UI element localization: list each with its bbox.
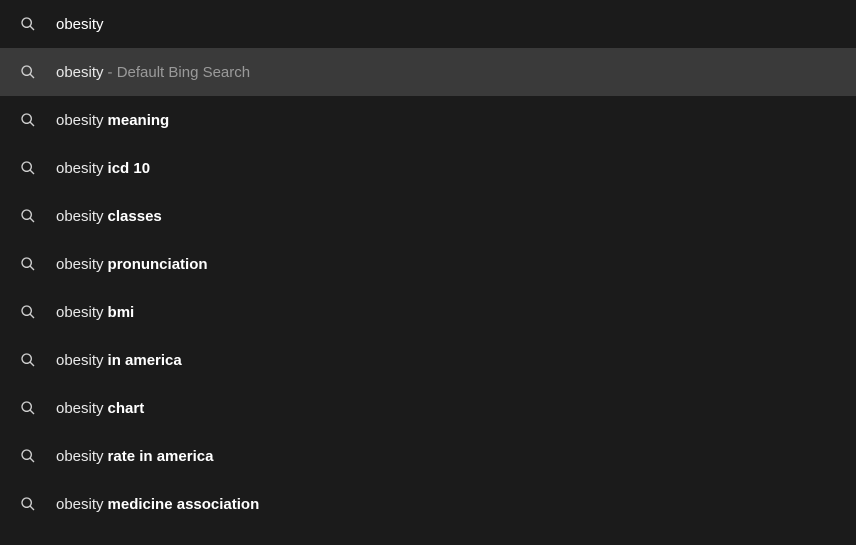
suggestion-prefix: obesity bbox=[56, 160, 104, 177]
suggestion-completion: chart bbox=[108, 400, 145, 417]
search-icon bbox=[20, 304, 36, 320]
suggestion-completion: pronunciation bbox=[108, 256, 208, 273]
suggestions-list: obesity- Default Bing Searchobesitymeani… bbox=[0, 48, 856, 528]
suggestion-prefix: obesity bbox=[56, 256, 104, 273]
suggestion-prefix: obesity bbox=[56, 304, 104, 321]
suggestion-item[interactable]: obesitypronunciation bbox=[0, 240, 856, 288]
suggestion-item[interactable]: obesitymeaning bbox=[0, 96, 856, 144]
suggestion-completion: medicine association bbox=[108, 496, 260, 513]
search-icon bbox=[20, 16, 36, 32]
suggestion-item[interactable]: obesitymedicine association bbox=[0, 480, 856, 528]
search-icon bbox=[20, 112, 36, 128]
suggestion-completion: meaning bbox=[108, 112, 170, 129]
address-bar[interactable] bbox=[0, 0, 856, 48]
suggestion-item[interactable]: obesityin america bbox=[0, 336, 856, 384]
suggestion-prefix: obesity bbox=[56, 352, 104, 369]
suggestion-prefix: obesity bbox=[56, 448, 104, 465]
search-icon bbox=[20, 208, 36, 224]
search-icon bbox=[20, 64, 36, 80]
suggestion-completion: icd 10 bbox=[108, 160, 151, 177]
suggestion-item[interactable]: obesityicd 10 bbox=[0, 144, 856, 192]
suggestion-tail: - Default Bing Search bbox=[108, 64, 251, 81]
suggestion-item[interactable]: obesitychart bbox=[0, 384, 856, 432]
suggestion-prefix: obesity bbox=[56, 64, 104, 81]
suggestion-prefix: obesity bbox=[56, 208, 104, 225]
suggestion-item[interactable]: obesitybmi bbox=[0, 288, 856, 336]
search-icon bbox=[20, 256, 36, 272]
suggestion-item[interactable]: obesityclasses bbox=[0, 192, 856, 240]
search-icon bbox=[20, 496, 36, 512]
suggestion-completion: bmi bbox=[108, 304, 135, 321]
suggestion-completion: in america bbox=[108, 352, 182, 369]
suggestion-prefix: obesity bbox=[56, 496, 104, 513]
suggestion-prefix: obesity bbox=[56, 112, 104, 129]
suggestion-completion: classes bbox=[108, 208, 162, 225]
suggestion-prefix: obesity bbox=[56, 400, 104, 417]
suggestion-item[interactable]: obesityrate in america bbox=[0, 432, 856, 480]
search-icon bbox=[20, 352, 36, 368]
search-input[interactable] bbox=[56, 16, 856, 33]
suggestion-completion: rate in america bbox=[108, 448, 214, 465]
search-icon bbox=[20, 400, 36, 416]
suggestion-item[interactable]: obesity- Default Bing Search bbox=[0, 48, 856, 96]
search-icon bbox=[20, 160, 36, 176]
search-icon bbox=[20, 448, 36, 464]
